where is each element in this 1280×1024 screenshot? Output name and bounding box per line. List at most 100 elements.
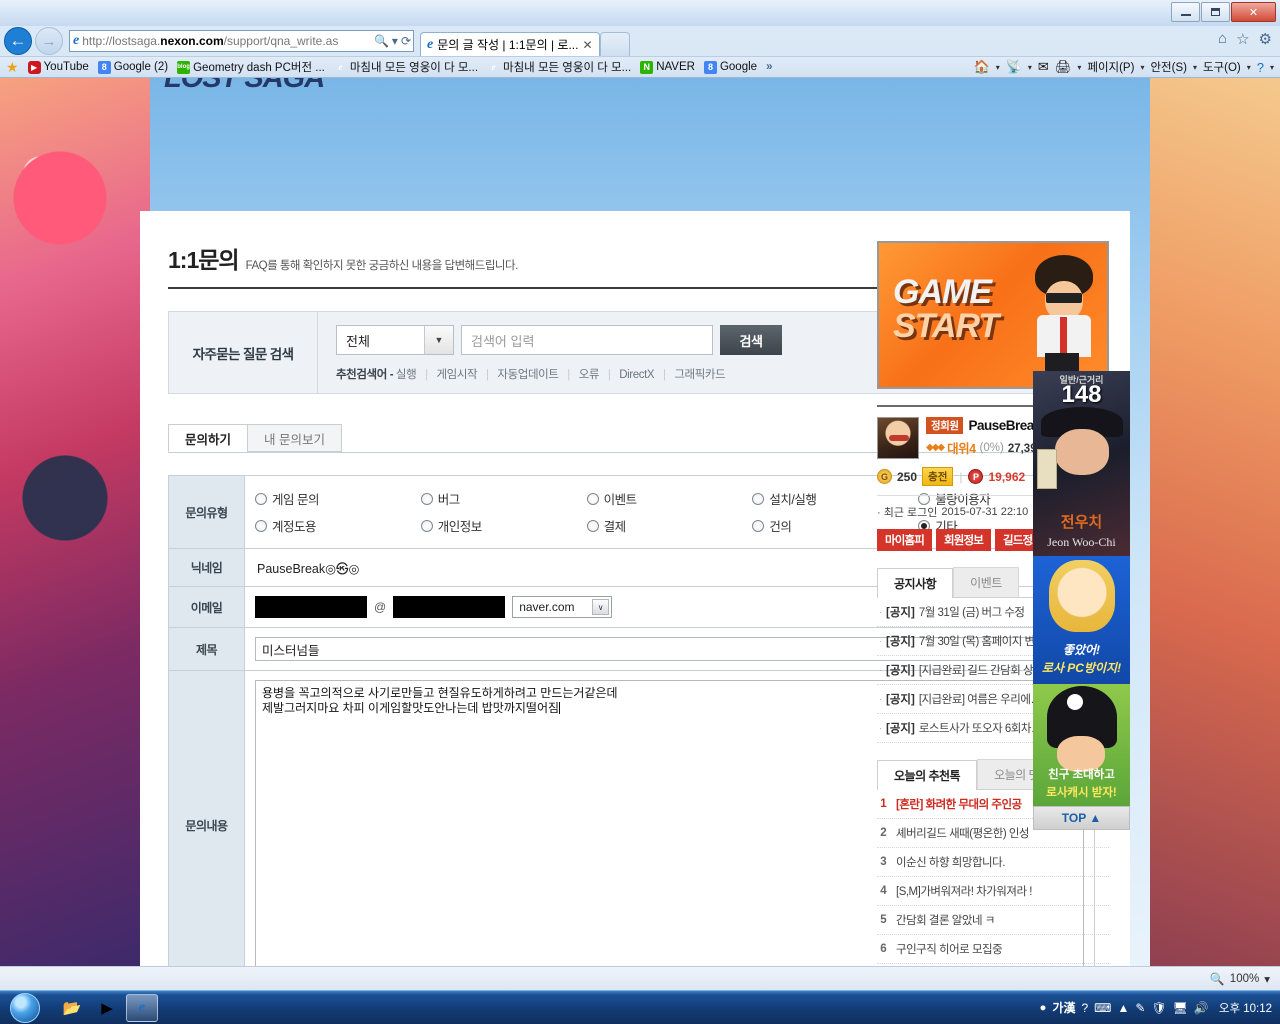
radio-icon[interactable] — [420, 519, 433, 532]
internet-explorer-icon[interactable]: e — [126, 993, 158, 1022]
help-icon[interactable]: ? — [1081, 1001, 1088, 1015]
radio-icon[interactable] — [255, 492, 267, 505]
radio-icon[interactable] — [752, 519, 765, 532]
recommended-keyword[interactable]: 오류 — [579, 369, 600, 381]
faq-search-button[interactable]: 검색 — [720, 325, 782, 355]
favorite-item-naver[interactable]: N NAVER — [640, 60, 695, 74]
recommended-keyword[interactable]: 자동업데이트 — [497, 369, 558, 381]
my-homepage-button[interactable]: 마이홈피 — [877, 529, 932, 551]
favorites-overflow-icon[interactable]: » — [766, 61, 772, 73]
invite-friend-banner[interactable]: 친구 초대하고 로사캐시 받자! — [1033, 684, 1130, 806]
tab-my-inquiries[interactable]: 내 문의보기 — [247, 424, 342, 452]
new-tab-button[interactable] — [599, 32, 630, 56]
tab-close-icon[interactable]: ✕ — [582, 38, 592, 52]
member-info-button[interactable]: 회원정보 — [936, 529, 991, 551]
address-bar[interactable]: e http://lostsaga.nexon.com/support/qna_… — [69, 30, 414, 52]
faq-category-select[interactable]: 전체 ▼ — [336, 325, 454, 355]
favorite-item-geometry-dash[interactable]: blog Geometry dash PC버전 ... — [177, 59, 325, 75]
avatar[interactable] — [877, 417, 919, 459]
add-favorite-icon[interactable]: ★ — [6, 59, 19, 76]
email-domain-select[interactable]: naver.com ∨ — [512, 596, 613, 618]
menu-safety[interactable]: 안전(S) — [1150, 59, 1187, 75]
nav-item-guide[interactable]: GUIDE — [534, 78, 568, 81]
favorite-item-google[interactable]: 8 Google — [703, 60, 757, 74]
forward-arrow-icon[interactable]: → — [35, 27, 63, 55]
chevron-down-icon[interactable]: ▾ — [1270, 63, 1274, 72]
explorer-icon[interactable]: 📂 — [56, 994, 88, 1022]
ranking-item[interactable]: 6 구인구직 히어로 모집중 — [877, 935, 1109, 964]
search-icon[interactable]: 🔍 — [374, 34, 389, 48]
back-arrow-icon[interactable]: ← — [4, 27, 32, 55]
site-logo[interactable]: LOST SAGA — [164, 78, 325, 95]
recommended-keyword[interactable]: 게임시작 — [436, 369, 477, 381]
start-button[interactable] — [2, 992, 48, 1024]
minimize-button[interactable] — [1171, 2, 1200, 22]
keyboard-icon[interactable]: ⌨ — [1094, 1001, 1111, 1015]
email-local-input[interactable] — [255, 596, 367, 618]
media-player-icon[interactable]: ▶ — [91, 994, 123, 1022]
browser-tab[interactable]: e 문의 글 작성 | 1:1문의 | 로... ✕ — [420, 32, 600, 56]
mail-icon[interactable]: ✉ — [1038, 59, 1049, 75]
chevron-down-icon[interactable]: ▾ — [1140, 63, 1144, 72]
favorite-item-youtube[interactable]: ▶ YouTube — [27, 60, 89, 74]
ranking-item[interactable]: 4 [S,M]가벼워져라! 차가워져라 ! — [877, 877, 1109, 906]
tab-today-recommend[interactable]: 오늘의 추천톡 — [877, 760, 978, 790]
home-icon[interactable]: 🏠 — [974, 59, 990, 75]
home-icon[interactable]: ⌂ — [1218, 30, 1227, 48]
volume-icon[interactable]: 🔊 — [1194, 1001, 1209, 1015]
radio-option-bug[interactable]: 버그 — [420, 485, 587, 512]
chevron-down-icon[interactable]: ▾ — [1028, 63, 1032, 72]
restore-button[interactable] — [1201, 2, 1230, 22]
nav-item-guild-championship[interactable]: GUILD / CHAMPIONSHIP — [738, 78, 865, 81]
menu-tools[interactable]: 도구(O) — [1203, 59, 1241, 75]
pc-bang-banner[interactable]: 좋았어! 로사 PC방이지! — [1033, 556, 1130, 684]
gear-icon[interactable]: ⚙ — [1259, 30, 1272, 48]
radio-icon[interactable] — [420, 492, 433, 505]
tab-notice[interactable]: 공지사항 — [877, 568, 954, 598]
refresh-icon[interactable]: ⟳ — [401, 34, 411, 48]
email-domain-input[interactable] — [393, 596, 506, 618]
radio-icon[interactable] — [586, 492, 599, 505]
radio-option-account-theft[interactable]: 계정도용 — [255, 512, 421, 539]
network-icon[interactable]: 🖥 — [1173, 1001, 1188, 1015]
zoom-level[interactable]: 100% — [1230, 973, 1259, 985]
recommended-keyword[interactable]: DirectX — [619, 369, 654, 381]
show-hidden-icons-icon[interactable]: ▲ — [1117, 1001, 1129, 1015]
nav-item-ranking[interactable]: RANKING — [918, 78, 968, 81]
radio-option-payment[interactable]: 결제 — [586, 512, 753, 539]
favorite-item-heroes-2[interactable]: e 마침내 모든 영웅이 다 모... — [487, 59, 632, 75]
tab-write-inquiry[interactable]: 문의하기 — [168, 424, 249, 452]
favorite-item-heroes-1[interactable]: e 마침내 모든 영웅이 다 모... — [334, 59, 478, 75]
chevron-down-icon[interactable]: ▼ — [424, 326, 453, 354]
nav-item-community[interactable]: COMMUNITY — [620, 78, 686, 81]
zoom-icon[interactable]: 🔍 — [1210, 972, 1225, 986]
radio-option-game[interactable]: 게임 문의 — [255, 485, 421, 512]
faq-keyword-input[interactable]: 검색어 입력 — [461, 325, 713, 355]
tab-event[interactable]: 이벤트 — [953, 567, 1019, 597]
help-icon[interactable]: ? — [1257, 60, 1264, 75]
radio-option-privacy[interactable]: 개인정보 — [420, 512, 587, 539]
nav-item-support[interactable]: SUPPORT — [1020, 78, 1072, 81]
chevron-down-icon[interactable]: ▾ — [1077, 63, 1081, 72]
close-button[interactable]: ✕ — [1231, 2, 1276, 22]
chevron-down-icon[interactable]: ▾ — [996, 63, 1000, 72]
ranking-item[interactable]: 5 간담회 결론 알았네 ㅋ — [877, 906, 1109, 935]
ime-mode-icon[interactable]: ● — [1039, 1002, 1046, 1014]
charge-button[interactable]: 충전 — [922, 467, 954, 486]
dropdown-caret-icon[interactable]: ▾ — [392, 34, 398, 48]
chevron-down-icon[interactable]: ▾ — [1264, 972, 1270, 986]
scroll-to-top-button[interactable]: TOP ▲ — [1033, 806, 1130, 830]
antivirus-icon[interactable]: 🛡 — [1151, 1001, 1166, 1015]
chevron-down-icon[interactable]: ▾ — [1247, 63, 1251, 72]
star-icon[interactable]: ☆ — [1236, 30, 1249, 48]
menu-page[interactable]: 페이지(P) — [1087, 59, 1134, 75]
nav-item-news[interactable]: NEWS — [450, 78, 482, 81]
radio-icon[interactable] — [255, 519, 267, 532]
chevron-down-icon[interactable]: ∨ — [592, 599, 610, 615]
game-start-banner[interactable]: GAME START — [877, 241, 1109, 389]
recommended-keyword[interactable]: 실행 — [396, 369, 417, 381]
jeon-woo-chi-banner[interactable]: 일반/근거리 148 전우치 Jeon Woo-Chi — [1033, 371, 1130, 556]
ranking-item[interactable]: 3 이순신 하향 희망합니다. — [877, 848, 1109, 877]
chevron-down-icon[interactable]: ▾ — [1193, 63, 1197, 72]
rss-icon[interactable]: 📡 — [1006, 59, 1022, 75]
